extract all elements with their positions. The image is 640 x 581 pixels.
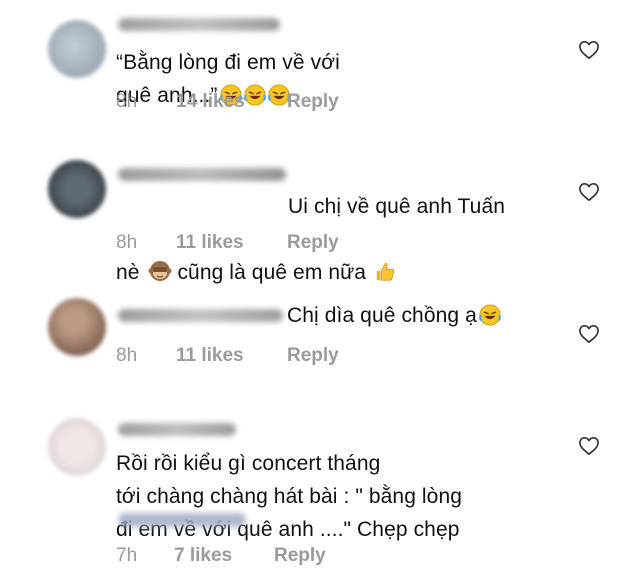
- likes-count[interactable]: 11 likes: [176, 345, 244, 367]
- comment-item: Rồi rồi kiểu gì concert tháng tới chàng …: [0, 398, 640, 581]
- comment-item: Ui chị về quê anh Tuấn nè cũng là quê em…: [0, 140, 640, 284]
- comment-text-content: Rồi rồi kiểu gì concert tháng tới chàng …: [116, 452, 463, 541]
- comment-time: 8h: [116, 232, 138, 253]
- likes-count[interactable]: 11 likes: [176, 232, 244, 254]
- comment-meta: 7h 7 likes Reply: [116, 545, 416, 569]
- comment-text-fragment: nè: [116, 261, 140, 284]
- comment-text-fragment: cũng là quê em nữa: [177, 261, 367, 284]
- comment-meta: 8h 11 likes Reply: [116, 345, 416, 369]
- laughing-tears-emoji-icon: [479, 304, 501, 326]
- reply-button[interactable]: Reply: [274, 545, 326, 567]
- reply-button[interactable]: Reply: [287, 91, 339, 113]
- heart-icon[interactable]: [578, 182, 600, 202]
- avatar[interactable]: [48, 20, 106, 78]
- comment-time: 7h: [116, 545, 138, 566]
- reply-button[interactable]: Reply: [287, 345, 339, 367]
- reply-button[interactable]: Reply: [287, 232, 339, 254]
- avatar[interactable]: [48, 298, 106, 356]
- comment-meta: 8h 14 likes Reply: [116, 91, 416, 115]
- comment-text-content: Chị dìa quê chồng ạ: [287, 304, 477, 327]
- thumbs-up-emoji-icon: [374, 261, 396, 283]
- comment-item: Chị dìa quê chồng ạ 8h 11 likes Reply: [0, 282, 640, 392]
- see-no-evil-monkey-emoji-icon: [148, 259, 172, 283]
- heart-icon[interactable]: [578, 40, 600, 60]
- comment-time: 8h: [116, 91, 138, 112]
- comment-time: 8h: [116, 345, 138, 366]
- likes-count[interactable]: 14 likes: [176, 91, 245, 113]
- heart-icon[interactable]: [578, 436, 600, 456]
- avatar[interactable]: [48, 418, 106, 476]
- comment-body: Chị dìa quê chồng ạ: [116, 299, 586, 332]
- comment-item: “Bằng lòng đi em về với quê anh...” 8h 1…: [0, 0, 640, 130]
- heart-icon[interactable]: [578, 324, 600, 344]
- mention-blurred[interactable]: [118, 513, 246, 527]
- likes-count[interactable]: 7 likes: [174, 545, 232, 567]
- comment-text-line1: Ui chị về quê anh Tuấn: [288, 195, 506, 218]
- avatar[interactable]: [48, 160, 106, 218]
- comment-meta: 8h 11 likes Reply: [116, 232, 416, 256]
